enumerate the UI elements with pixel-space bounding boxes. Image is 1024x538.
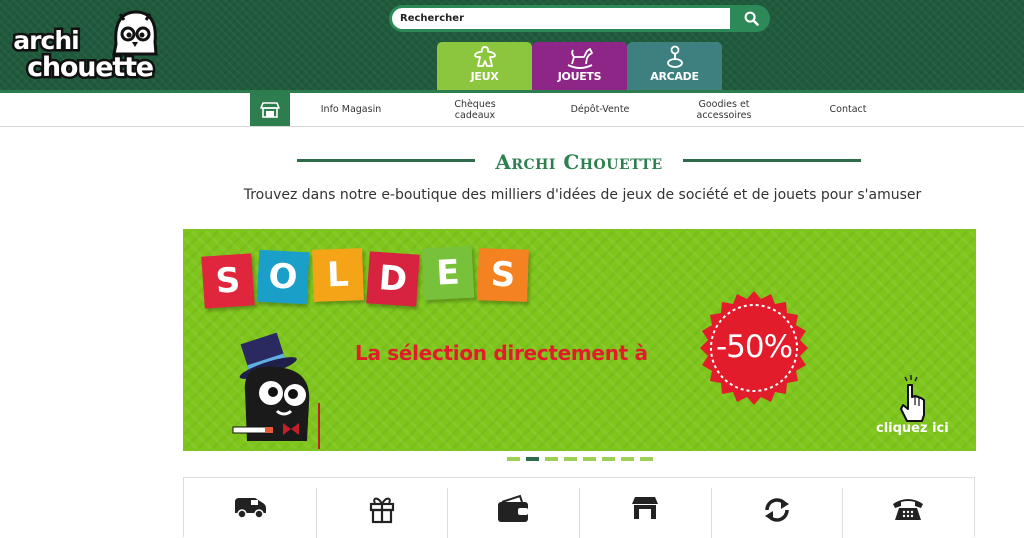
service-store[interactable] xyxy=(579,478,711,538)
service-delivery[interactable] xyxy=(184,478,316,537)
service-payment[interactable] xyxy=(447,478,579,538)
gift-icon xyxy=(369,497,394,524)
discount-badge: -50% xyxy=(695,289,813,407)
page-title: Archi Chouette xyxy=(495,150,663,174)
banner-letter-tile: O xyxy=(256,249,310,305)
category-label: ARCADE xyxy=(650,70,699,83)
meeple-icon xyxy=(473,46,496,67)
search-button[interactable] xyxy=(732,5,770,32)
wallet-icon xyxy=(498,494,529,522)
carousel-dot[interactable] xyxy=(602,457,615,461)
category-label: JOUETS xyxy=(557,70,602,83)
nav-goodies-accessoires[interactable]: Goodies et accessoires xyxy=(688,93,760,126)
logo-text-top: archi xyxy=(13,26,78,55)
banner-letter-tile: L xyxy=(312,248,364,302)
refresh-icon xyxy=(764,498,789,522)
store-icon xyxy=(631,497,658,519)
banner-cta: cliquez ici xyxy=(876,421,949,436)
services-strip xyxy=(183,477,975,538)
carousel-dot[interactable] xyxy=(564,457,577,461)
joystick-icon xyxy=(666,45,683,68)
banner-letter-tile: S xyxy=(201,253,255,309)
service-exchange[interactable] xyxy=(710,478,843,538)
page-title-block: Archi Chouette xyxy=(297,146,861,176)
store-icon xyxy=(260,101,280,118)
owl-mascot-illustration xyxy=(232,332,320,449)
promo-text: La sélection directement à xyxy=(355,341,648,365)
category-label: JEUX xyxy=(470,70,499,83)
search-bar xyxy=(389,5,770,32)
service-phone[interactable] xyxy=(842,478,974,538)
pointing-hand-icon xyxy=(900,375,925,422)
main-navigation: Info Magasin Chèques cadeaux Dépôt-Vente… xyxy=(0,90,1024,127)
category-tab-jeux[interactable]: JEUX xyxy=(437,42,532,90)
carousel-dot[interactable] xyxy=(640,457,653,461)
promo-banner[interactable]: S O L D E S La sélection directement à -… xyxy=(183,229,976,451)
carousel-dot[interactable] xyxy=(583,457,596,461)
search-icon xyxy=(744,11,759,26)
search-input[interactable] xyxy=(392,8,730,29)
carousel-dot[interactable] xyxy=(621,457,634,461)
nav-cheques-cadeaux[interactable]: Chèques cadeaux xyxy=(440,93,510,126)
service-gift[interactable] xyxy=(315,478,448,538)
banner-letter-tile: E xyxy=(421,245,475,301)
logo-text-bottom: chouette xyxy=(27,52,153,83)
carousel-dot[interactable] xyxy=(507,457,520,461)
rocking-horse-icon xyxy=(567,48,593,69)
category-tab-jouets[interactable]: JOUETS xyxy=(532,42,627,90)
site-logo[interactable]: archi chouette xyxy=(10,8,170,84)
home-button[interactable] xyxy=(250,93,290,126)
carousel-dot[interactable] xyxy=(545,457,558,461)
delivery-truck-icon xyxy=(234,498,266,519)
carousel-dot[interactable] xyxy=(526,457,539,461)
carousel-indicators xyxy=(507,457,653,461)
nav-depot-vente[interactable]: Dépôt-Vente xyxy=(560,93,640,126)
nav-contact[interactable]: Contact xyxy=(818,93,878,126)
banner-letter-tile: S xyxy=(477,248,529,302)
telephone-icon xyxy=(893,499,924,520)
nav-info-magasin[interactable]: Info Magasin xyxy=(306,93,396,126)
discount-text: -50% xyxy=(715,329,793,365)
page-tagline: Trouvez dans notre e-boutique des millie… xyxy=(243,187,922,203)
banner-letter-tile: D xyxy=(366,251,420,307)
site-header: archi chouette JEUX JOUETS xyxy=(0,0,1024,90)
category-tab-arcade[interactable]: ARCADE xyxy=(627,42,722,90)
